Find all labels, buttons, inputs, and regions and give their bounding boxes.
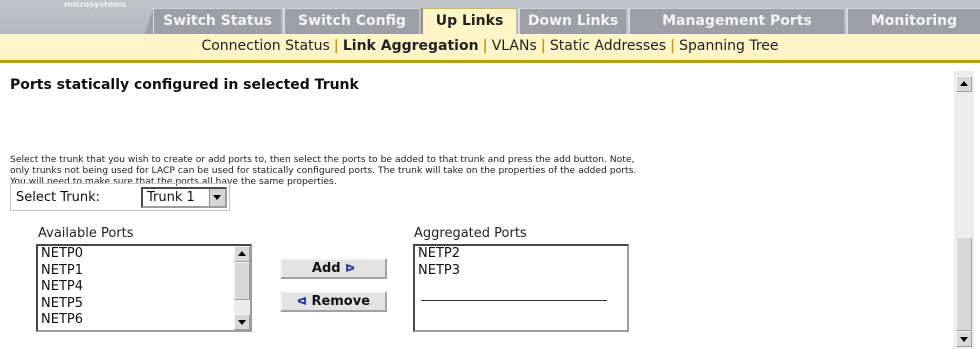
subnav-static-addresses[interactable]: Static Addresses	[550, 38, 666, 54]
subnav-link-aggregation[interactable]: Link Aggregation	[343, 38, 479, 54]
subnav-spanning-tree[interactable]: Spanning Tree	[679, 38, 778, 54]
list-item[interactable]: NETP5	[38, 296, 250, 313]
available-ports-scrollbar[interactable]	[234, 246, 250, 330]
subnav-vlans[interactable]: VLANs	[492, 38, 537, 54]
tab-label: Monitoring	[870, 13, 958, 29]
tab-label: Switch Status	[163, 13, 272, 29]
page-scroll-thumb[interactable]	[956, 237, 972, 331]
subnav-separator: |	[670, 38, 676, 54]
sub-navigation: Connection Status | Link Aggregation | VLANs…	[0, 34, 980, 63]
tab-up-links[interactable]: Up Links	[421, 8, 516, 35]
tab-edge	[145, 8, 153, 34]
list-item[interactable]: NETP0	[38, 246, 250, 263]
subnav-separator: |	[540, 38, 546, 54]
section-title: Ports statically configured in selected …	[10, 77, 359, 93]
list-item[interactable]: NETP2	[415, 246, 627, 263]
arrow-right-icon: ᐅ	[345, 262, 356, 275]
remove-button-label: Remove	[311, 294, 371, 309]
tab-label: Up Links	[435, 13, 504, 29]
aggregated-ports-list[interactable]: NETP2 NETP3	[413, 244, 629, 332]
triangle-down-icon[interactable]	[956, 331, 972, 347]
tab-management-ports[interactable]: Management Ports	[628, 8, 844, 34]
triangle-down-icon[interactable]	[234, 314, 250, 330]
subnav-separator: |	[482, 38, 488, 54]
tab-down-links[interactable]: Down Links	[518, 8, 626, 34]
instructions-line: Select the trunk that you wish to create…	[10, 154, 635, 165]
tab-switch-status[interactable]: Switch Status	[145, 8, 281, 34]
tab-switch-config[interactable]: Switch Config	[283, 8, 419, 34]
remove-button[interactable]: ᐊ Remove	[280, 291, 387, 312]
list-item[interactable]: NETP1	[38, 263, 250, 280]
list-item[interactable]: NETP4	[38, 279, 250, 296]
triangle-up-icon[interactable]	[234, 246, 250, 262]
tab-label: Management Ports	[662, 13, 812, 29]
select-trunk-label: Select Trunk:	[16, 190, 100, 205]
available-ports-list[interactable]: NETP0 NETP1 NETP4 NETP5 NETP6	[36, 244, 252, 332]
brand-logo-text: microsystems	[64, 0, 127, 9]
aggregated-ports-label: Aggregated Ports	[414, 226, 527, 241]
scroll-thumb[interactable]	[234, 262, 250, 300]
top-tab-bar: microsystems Switch Status Switch Config…	[0, 0, 980, 35]
subnav-connection-status[interactable]: Connection Status	[201, 38, 329, 54]
add-button[interactable]: Add ᐅ	[280, 258, 387, 279]
select-trunk-value: Trunk 1	[147, 190, 195, 205]
select-trunk-dropdown[interactable]: Trunk 1	[141, 187, 227, 208]
add-button-label: Add	[311, 261, 341, 276]
tab-label: Down Links	[527, 13, 619, 29]
tab-label: Switch Config	[298, 13, 406, 29]
triangle-up-icon[interactable]	[956, 76, 972, 92]
tab-monitoring[interactable]: Monitoring	[846, 8, 980, 34]
page-scrollbar[interactable]	[954, 71, 974, 349]
list-separator-line	[421, 300, 607, 301]
instructions-line: only trunks not being used for LACP can …	[10, 165, 637, 176]
list-item[interactable]: NETP3	[415, 263, 627, 280]
subnav-separator: |	[333, 38, 339, 54]
select-trunk-group: Select Trunk: Trunk 1	[10, 183, 230, 211]
arrow-left-icon: ᐊ	[296, 295, 307, 308]
list-item[interactable]: NETP6	[38, 312, 250, 329]
available-ports-label: Available Ports	[38, 226, 134, 241]
main-content: Ports statically configured in selected …	[0, 62, 952, 349]
chevron-down-icon[interactable]	[209, 189, 225, 206]
